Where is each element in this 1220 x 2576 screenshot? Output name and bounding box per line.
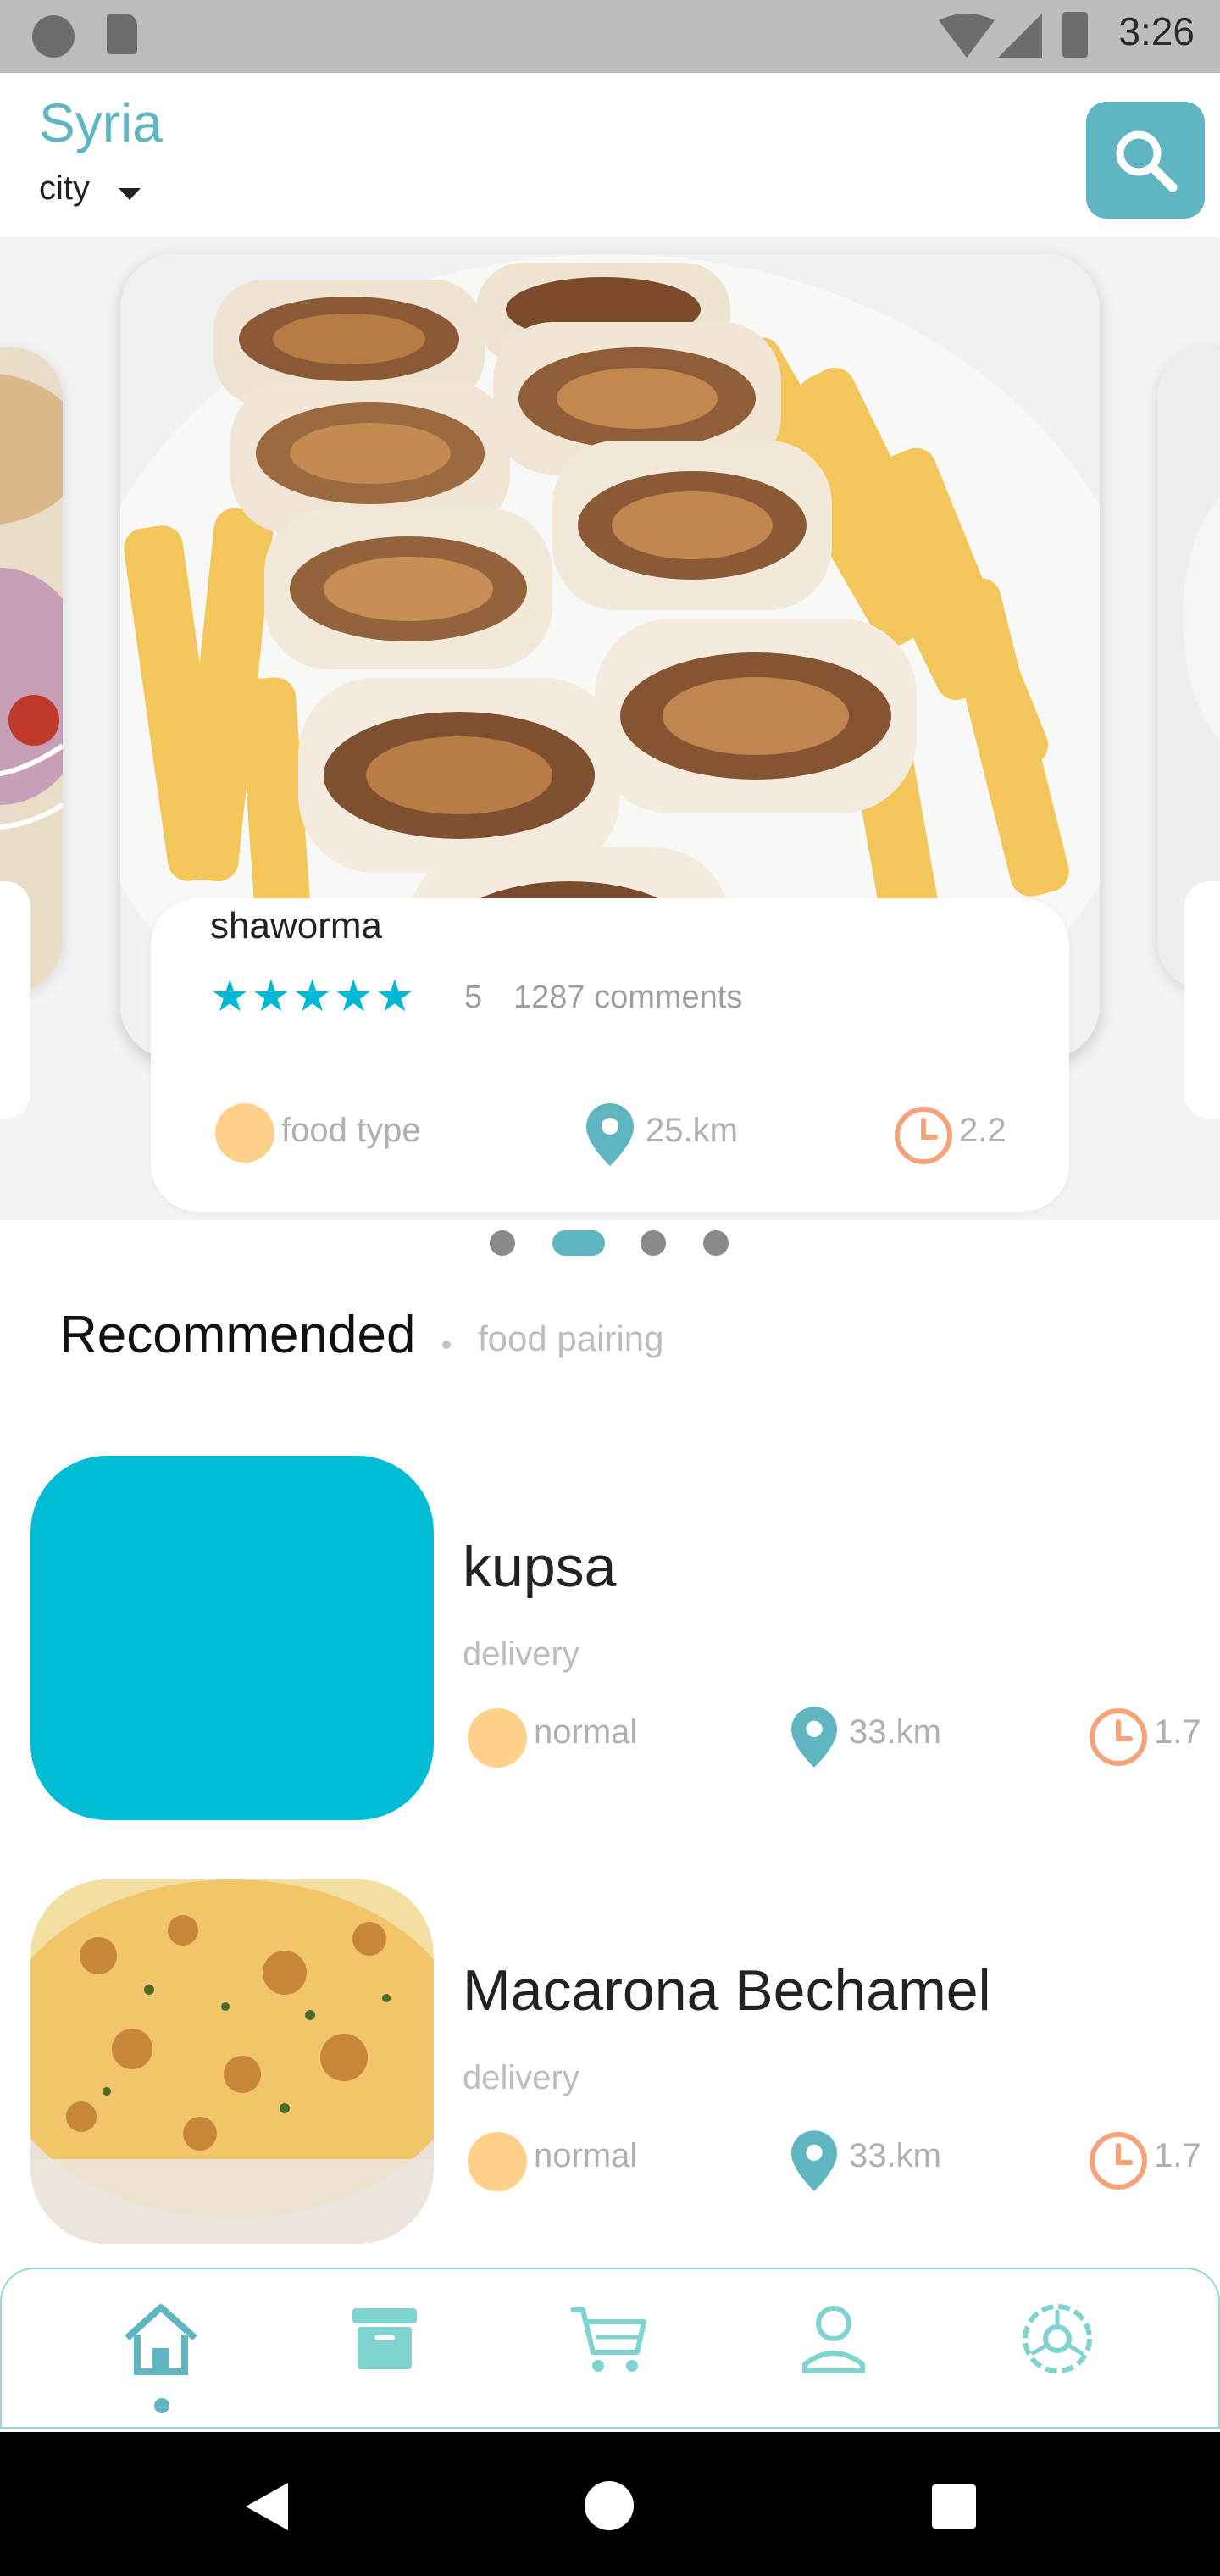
list-item[interactable]: Macarona Bechamel delivery normal 33.km …	[0, 1864, 1220, 2254]
clock-icon	[1090, 2132, 1147, 2190]
carousel-card-next-info	[1184, 881, 1220, 1119]
home-circle-icon[interactable]	[585, 2481, 634, 2530]
location-pin-icon	[586, 1103, 634, 1166]
list-item-subtitle: delivery	[463, 2059, 580, 2096]
list-item-title: Macarona Bechamel	[463, 1958, 991, 2023]
carousel-card-prev-info	[0, 881, 30, 1119]
list-item-subtitle: delivery	[463, 1635, 580, 1673]
carousel-dot[interactable]	[640, 1230, 666, 1256]
search-icon	[1116, 130, 1178, 192]
settings-icon	[1023, 2304, 1092, 2373]
location-pin-icon	[791, 1707, 837, 1768]
food-type-dot-icon	[215, 1103, 274, 1163]
status-time: 3:26	[1118, 9, 1195, 53]
carousel-dot[interactable]	[703, 1230, 729, 1256]
carousel-dot[interactable]	[490, 1230, 515, 1256]
type-dot-icon	[468, 1708, 527, 1768]
signal-icon	[998, 14, 1042, 58]
nav-orders[interactable]	[334, 2288, 435, 2390]
location-pin-icon	[791, 2130, 837, 2191]
nav-home[interactable]	[110, 2288, 212, 2390]
list-item-title: kupsa	[463, 1535, 617, 1599]
food-type-label: food type	[281, 1112, 421, 1149]
clock-icon	[895, 1107, 952, 1164]
list-item[interactable]: kupsa delivery normal 33.km 1.7	[0, 1441, 1220, 1830]
wifi-icon	[939, 14, 995, 58]
notification-icon	[32, 15, 75, 58]
caret-down-icon[interactable]	[119, 188, 141, 200]
list-item-type: normal	[534, 1713, 638, 1751]
clock-icon	[1090, 1708, 1147, 1766]
list-item-distance: 33.km	[849, 2137, 941, 2174]
list-item-image	[30, 1879, 434, 2244]
nav-active-indicator	[154, 2398, 169, 2413]
featured-title: shaworma	[210, 905, 382, 947]
nav-cart[interactable]	[557, 2288, 659, 2390]
featured-distance: 25.km	[646, 1112, 738, 1149]
type-dot-icon	[468, 2132, 527, 2191]
profile-icon	[802, 2306, 865, 2373]
system-navigation-bar	[0, 2432, 1220, 2576]
comments-count: 1287 comments	[513, 980, 743, 1015]
cart-icon	[571, 2307, 646, 2372]
search-button[interactable]	[1086, 102, 1205, 219]
macarona-bechamel-image	[30, 1879, 434, 2244]
battery-icon	[1062, 12, 1088, 58]
nav-profile[interactable]	[783, 2288, 884, 2390]
list-item-distance: 33.km	[849, 1713, 941, 1751]
carousel-dot-active[interactable]	[552, 1230, 605, 1256]
list-item-time: 1.7	[1154, 1713, 1201, 1751]
section-subtitle[interactable]: food pairing	[478, 1319, 664, 1359]
rating-stars: ★★★★★	[210, 972, 417, 1021]
header	[8, 73, 1212, 234]
status-bar: 3:26	[0, 0, 1220, 73]
country-title: Syria	[39, 92, 163, 153]
list-item-image	[30, 1456, 434, 1820]
sd-card-icon	[107, 14, 137, 54]
section-title: Recommended	[59, 1306, 416, 1364]
nav-settings[interactable]	[1006, 2288, 1108, 2390]
featured-time: 2.2	[959, 1112, 1006, 1149]
city-dropdown[interactable]: city	[39, 169, 90, 208]
back-icon[interactable]	[242, 2481, 290, 2532]
section-separator-dot	[442, 1341, 451, 1349]
recents-icon[interactable]	[932, 2484, 976, 2529]
archive-icon	[352, 2308, 417, 2369]
list-item-time: 1.7	[1154, 2137, 1201, 2174]
home-icon	[125, 2304, 197, 2375]
list-item-type: normal	[534, 2137, 638, 2174]
rating-value: 5	[464, 980, 483, 1015]
